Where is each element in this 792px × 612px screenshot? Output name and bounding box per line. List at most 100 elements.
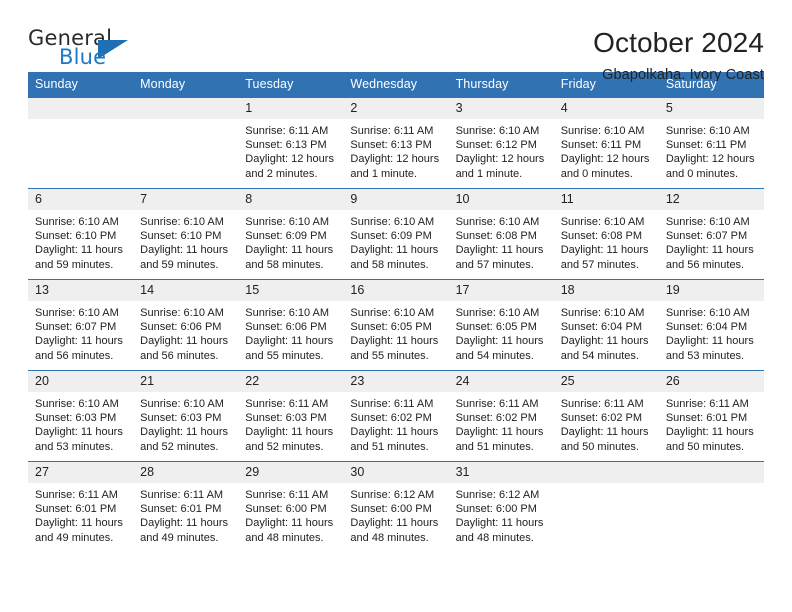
weekday-header-thursday: Thursday: [448, 72, 554, 98]
calendar-day-cell[interactable]: 8 Sunrise: 6:10 AM Sunset: 6:09 PM Daylight…: [238, 188, 344, 280]
calendar-day-cell[interactable]: 16 Sunrise: 6:10 AM Sunset: 6:05 PM Dayligh…: [343, 279, 449, 371]
sunrise-text: Sunrise: 6:11 AM: [350, 398, 434, 410]
sunrise-text: Sunrise: 6:12 AM: [455, 489, 540, 501]
day-details: Sunrise: 6:11 AM Sunset: 6:00 PM Daylight:…: [238, 483, 343, 545]
calendar-day-cell[interactable]: 4 Sunrise: 6:10 AM Sunset: 6:11 PM Daylight…: [553, 97, 659, 189]
daylight-text-line2: and 0 minutes.: [665, 167, 738, 180]
calendar-day-cell[interactable]: 5 Sunrise: 6:10 AM Sunset: 6:11 PM Daylight…: [658, 97, 764, 189]
sunset-text: Sunset: 6:05 PM: [350, 321, 432, 334]
day-details: Sunrise: 6:10 AM Sunset: 6:12 PM Daylight:…: [449, 119, 554, 181]
daylight-text-line1: Daylight: 11 hours: [560, 244, 649, 257]
day-cell-inner: 21 Sunrise: 6:10 AM Sunset: 6:03 PM Dayligh…: [133, 371, 239, 460]
day-number: 26: [658, 371, 764, 392]
calendar-day-cell[interactable]: 28 Sunrise: 6:11 AM Sunset: 6:01 PM Dayligh…: [133, 461, 239, 552]
sunrise-text: Sunrise: 6:10 AM: [560, 307, 645, 319]
daylight-text-line1: Daylight: 11 hours: [245, 517, 334, 530]
daylight-text-line1: Daylight: 11 hours: [35, 517, 123, 530]
calendar-day-cell[interactable]: 12 Sunrise: 6:10 AM Sunset: 6:07 PM Dayligh…: [658, 188, 764, 280]
day-number: 29: [238, 462, 344, 483]
calendar-day-cell[interactable]: 19 Sunrise: 6:10 AM Sunset: 6:04 PM Dayligh…: [658, 279, 764, 371]
daylight-text-line2: and 50 minutes.: [665, 440, 745, 453]
sunset-text: Sunset: 6:03 PM: [35, 412, 117, 425]
daylight-text-line2: and 51 minutes.: [455, 440, 534, 453]
daylight-text-line2: and 55 minutes.: [245, 349, 324, 362]
day-details: Sunrise: 6:10 AM Sunset: 6:07 PM Daylight:…: [659, 210, 764, 272]
day-cell-inner: [28, 98, 134, 187]
day-number: [553, 462, 659, 483]
day-cell-inner: 19 Sunrise: 6:10 AM Sunset: 6:04 PM Dayligh…: [658, 280, 764, 369]
day-details: Sunrise: 6:11 AM Sunset: 6:02 PM Daylight:…: [554, 392, 659, 454]
calendar-day-cell[interactable]: 3 Sunrise: 6:10 AM Sunset: 6:12 PM Daylight…: [448, 97, 554, 189]
daylight-text-line1: Daylight: 11 hours: [35, 335, 123, 348]
day-cell-inner: 3 Sunrise: 6:10 AM Sunset: 6:12 PM Daylight…: [448, 98, 554, 187]
day-cell-inner: 20 Sunrise: 6:10 AM Sunset: 6:03 PM Dayligh…: [28, 371, 134, 460]
sunset-text: Sunset: 6:13 PM: [245, 139, 327, 152]
day-details: Sunrise: 6:10 AM Sunset: 6:09 PM Daylight:…: [238, 210, 343, 272]
calendar-day-cell[interactable]: 18 Sunrise: 6:10 AM Sunset: 6:04 PM Dayligh…: [553, 279, 659, 371]
day-cell-inner: 1 Sunrise: 6:11 AM Sunset: 6:13 PM Daylight…: [238, 98, 344, 187]
day-number: [133, 98, 239, 119]
general-blue-logo[interactable]: General Blue: [28, 26, 168, 74]
sunset-text: Sunset: 6:03 PM: [245, 412, 327, 425]
day-details: Sunrise: 6:10 AM Sunset: 6:09 PM Daylight:…: [343, 210, 448, 272]
daylight-text-line2: and 56 minutes.: [665, 258, 745, 271]
daylight-text-line2: and 51 minutes.: [350, 440, 429, 453]
calendar-day-cell[interactable]: 14 Sunrise: 6:10 AM Sunset: 6:06 PM Dayligh…: [133, 279, 239, 371]
calendar-day-cell[interactable]: 23 Sunrise: 6:11 AM Sunset: 6:02 PM Dayligh…: [343, 370, 449, 462]
day-details: Sunrise: 6:10 AM Sunset: 6:08 PM Daylight:…: [449, 210, 554, 272]
sunrise-text: Sunrise: 6:11 AM: [455, 398, 539, 410]
day-cell-inner: 22 Sunrise: 6:11 AM Sunset: 6:03 PM Dayligh…: [238, 371, 344, 460]
sunrise-text: Sunrise: 6:10 AM: [140, 307, 224, 319]
daylight-text-line2: and 54 minutes.: [560, 349, 639, 362]
calendar-day-cell[interactable]: 22 Sunrise: 6:11 AM Sunset: 6:03 PM Dayligh…: [238, 370, 344, 462]
calendar-day-cell[interactable]: 20 Sunrise: 6:10 AM Sunset: 6:03 PM Dayligh…: [28, 370, 134, 462]
calendar-day-cell[interactable]: 1 Sunrise: 6:11 AM Sunset: 6:13 PM Daylight…: [238, 97, 344, 189]
daylight-text-line1: Daylight: 11 hours: [245, 335, 334, 348]
calendar-day-cell[interactable]: 6 Sunrise: 6:10 AM Sunset: 6:10 PM Daylight…: [28, 188, 134, 280]
day-details: Sunrise: 6:10 AM Sunset: 6:07 PM Daylight:…: [28, 301, 133, 363]
sunset-text: Sunset: 6:02 PM: [350, 412, 432, 425]
calendar-day-cell[interactable]: 30 Sunrise: 6:12 AM Sunset: 6:00 PM Dayligh…: [343, 461, 449, 552]
calendar-day-cell[interactable]: 27 Sunrise: 6:11 AM Sunset: 6:01 PM Dayligh…: [28, 461, 134, 552]
day-details: Sunrise: 6:10 AM Sunset: 6:10 PM Daylight:…: [133, 210, 238, 272]
sunrise-text: Sunrise: 6:11 AM: [560, 398, 644, 410]
calendar-day-cell[interactable]: 2 Sunrise: 6:11 AM Sunset: 6:13 PM Daylight…: [343, 97, 449, 189]
daylight-text-line2: and 2 minutes.: [245, 167, 318, 180]
calendar-day-cell[interactable]: 24 Sunrise: 6:11 AM Sunset: 6:02 PM Dayligh…: [448, 370, 554, 462]
calendar-day-cell[interactable]: 9 Sunrise: 6:10 AM Sunset: 6:09 PM Daylight…: [343, 188, 449, 280]
sunrise-text: Sunrise: 6:10 AM: [455, 216, 540, 228]
day-number: 6: [28, 189, 134, 210]
sunset-text: Sunset: 6:00 PM: [455, 503, 537, 516]
calendar-day-cell[interactable]: 21 Sunrise: 6:10 AM Sunset: 6:03 PM Dayligh…: [133, 370, 239, 462]
day-number: 2: [343, 98, 449, 119]
calendar-day-cell[interactable]: 31 Sunrise: 6:12 AM Sunset: 6:00 PM Dayligh…: [448, 461, 554, 552]
sunrise-text: Sunrise: 6:11 AM: [665, 398, 749, 410]
sunrise-text: Sunrise: 6:11 AM: [245, 398, 329, 410]
day-cell-inner: 26 Sunrise: 6:11 AM Sunset: 6:01 PM Dayligh…: [658, 371, 764, 460]
calendar-day-cell[interactable]: 7 Sunrise: 6:10 AM Sunset: 6:10 PM Daylight…: [133, 188, 239, 280]
daylight-text-line1: Daylight: 11 hours: [455, 517, 544, 530]
calendar-day-cell[interactable]: 11 Sunrise: 6:10 AM Sunset: 6:08 PM Dayligh…: [553, 188, 659, 280]
calendar-day-cell[interactable]: 13 Sunrise: 6:10 AM Sunset: 6:07 PM Dayligh…: [28, 279, 134, 371]
calendar-day-cell[interactable]: 17 Sunrise: 6:10 AM Sunset: 6:05 PM Dayligh…: [448, 279, 554, 371]
day-number: [28, 98, 134, 119]
day-details: Sunrise: 6:10 AM Sunset: 6:06 PM Daylight:…: [238, 301, 343, 363]
daylight-text-line2: and 49 minutes.: [140, 531, 219, 544]
calendar-day-cell[interactable]: 29 Sunrise: 6:11 AM Sunset: 6:00 PM Dayligh…: [238, 461, 344, 552]
daylight-text-line2: and 49 minutes.: [35, 531, 114, 544]
day-number: 12: [658, 189, 764, 210]
calendar-day-cell[interactable]: 10 Sunrise: 6:10 AM Sunset: 6:08 PM Dayligh…: [448, 188, 554, 280]
daylight-text-line1: Daylight: 11 hours: [455, 426, 544, 439]
calendar-day-cell[interactable]: 25 Sunrise: 6:11 AM Sunset: 6:02 PM Dayligh…: [553, 370, 659, 462]
daylight-text-line2: and 55 minutes.: [350, 349, 429, 362]
sunrise-text: Sunrise: 6:11 AM: [245, 489, 329, 501]
daylight-text-line2: and 58 minutes.: [350, 258, 429, 271]
calendar-day-cell[interactable]: 26 Sunrise: 6:11 AM Sunset: 6:01 PM Dayligh…: [658, 370, 764, 462]
day-number: 18: [553, 280, 659, 301]
sunset-text: Sunset: 6:05 PM: [455, 321, 537, 334]
sunrise-text: Sunrise: 6:10 AM: [350, 307, 435, 319]
calendar-day-cell[interactable]: 15 Sunrise: 6:10 AM Sunset: 6:06 PM Dayligh…: [238, 279, 344, 371]
daylight-text-line1: Daylight: 11 hours: [140, 426, 228, 439]
sunrise-text: Sunrise: 6:10 AM: [35, 398, 119, 410]
day-number: 27: [28, 462, 134, 483]
